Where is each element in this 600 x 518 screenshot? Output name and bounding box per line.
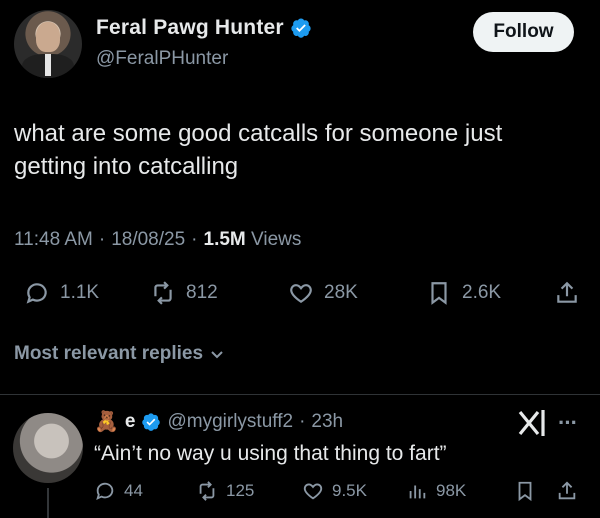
repost-count: 812 [186, 282, 218, 303]
reply-icon [26, 283, 47, 304]
author-avatar[interactable] [14, 10, 82, 78]
reply-reply-count: 44 [124, 481, 143, 500]
divider [0, 394, 600, 395]
chevron-down-icon [211, 351, 223, 359]
reply-author-name[interactable]: e [125, 411, 136, 433]
like-button[interactable]: 28K [288, 280, 358, 306]
bookmark-icon [431, 282, 447, 305]
reply-bookmark-button[interactable] [514, 480, 536, 502]
reply-share-button[interactable] [556, 480, 578, 502]
tweet-meta: 11:48 AM · 18/08/25 · 1.5M Views [14, 229, 301, 251]
reply-like-button[interactable]: 9.5K [302, 480, 367, 502]
repost-button[interactable]: 812 [150, 280, 218, 306]
share-button[interactable] [554, 280, 580, 306]
reply-age[interactable]: 23h [311, 411, 343, 433]
share-icon [558, 481, 576, 500]
author-display-name[interactable]: Feral Pawg Hunter [96, 16, 284, 40]
reply-author-avatar[interactable] [13, 413, 83, 483]
repost-icon [199, 481, 215, 501]
avatar-tie [45, 54, 51, 76]
replies-sort-label: Most relevant replies [14, 343, 204, 364]
meta-separator: · [299, 410, 306, 432]
reply-views-button[interactable]: 98K [406, 480, 466, 502]
heart-icon [290, 284, 312, 303]
heart-icon [303, 483, 323, 500]
verified-badge-icon [142, 412, 161, 431]
meta-separator: · [191, 229, 198, 250]
views-label: Views [251, 229, 302, 250]
teddy-bear-emoji: 🧸 [94, 411, 119, 433]
more-options-icon[interactable]: ··· [558, 410, 578, 436]
tweet-text: what are some good catcalls for someone … [14, 120, 503, 180]
tweet-time[interactable]: 11:48 AM [14, 229, 93, 251]
thread-line [47, 488, 49, 518]
repost-icon [154, 281, 172, 305]
avatar-face [36, 22, 60, 52]
reply-views-count: 98K [436, 481, 467, 500]
views-count: 1.5M [203, 229, 246, 250]
meta-separator: · [98, 229, 106, 250]
tweet-date[interactable]: 18/08/25 [111, 229, 185, 251]
reply-count: 1.1K [60, 282, 100, 303]
follow-button[interactable]: Follow [473, 12, 574, 52]
reply-repost-count: 125 [226, 481, 255, 500]
views-chart-icon [409, 485, 426, 499]
reply-header: 🧸 e @mygirlystuff2 · 23h [94, 409, 343, 434]
tweet-action-bar: 1.1K 812 28K 2.6K [14, 280, 586, 312]
bookmark-button[interactable]: 2.6K [426, 280, 501, 306]
reply-text: “Ain’t no way u using that thing to fart… [94, 442, 447, 465]
bookmark-icon [518, 481, 532, 502]
reply-like-count: 9.5K [332, 481, 367, 500]
reply-action-bar: 44 125 9.5K 98K [94, 480, 586, 508]
reply-reply-button[interactable]: 44 [94, 480, 143, 502]
verified-badge-icon [291, 18, 311, 38]
share-icon [557, 281, 577, 303]
grok-icon[interactable] [516, 408, 548, 438]
replies-sort-dropdown[interactable]: Most relevant replies [14, 343, 225, 365]
reply-icon [96, 482, 114, 500]
reply-button[interactable]: 1.1K [24, 280, 99, 306]
author-name-row: Feral Pawg Hunter [96, 16, 312, 40]
author-handle[interactable]: @FeralPHunter [96, 48, 228, 70]
like-count: 28K [324, 282, 358, 303]
reply-author-handle[interactable]: @mygirlystuff2 [167, 411, 293, 433]
reply-repost-button[interactable]: 125 [196, 480, 254, 502]
bookmark-count: 2.6K [462, 282, 502, 303]
